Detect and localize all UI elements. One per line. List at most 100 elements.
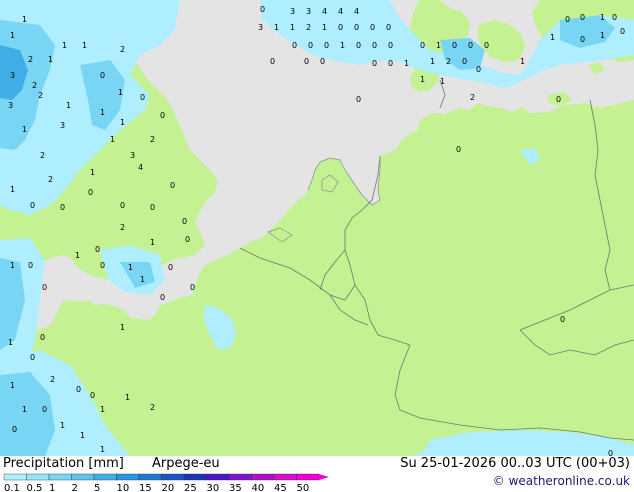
- copyright-mark: ©: [492, 474, 505, 488]
- precip-value-label: 1: [8, 338, 13, 347]
- precip-value-label: 0: [40, 333, 45, 342]
- precip-value-label: 0: [356, 41, 361, 50]
- precip-value-label: 0: [308, 41, 313, 50]
- precip-value-label: 0: [160, 293, 165, 302]
- precip-value-label: 0: [270, 57, 275, 66]
- precip-value-label: 0: [292, 41, 297, 50]
- precip-value-label: 0: [140, 93, 145, 102]
- scale-tick-label: 10: [117, 483, 130, 492]
- precip-value-label: 3: [8, 101, 13, 110]
- precip-value-label: 0: [372, 59, 377, 68]
- precip-value-label: 0: [304, 57, 309, 66]
- precip-value-label: 1: [404, 59, 409, 68]
- precip-value-label: 0: [320, 57, 325, 66]
- precip-value-label: 0: [462, 57, 467, 66]
- scale-swatch: [116, 473, 140, 481]
- precip-value-label: 0: [612, 13, 617, 22]
- precip-value-label: 1: [10, 381, 15, 390]
- precip-value-label: 0: [608, 449, 613, 456]
- scale-tick-label: 15: [139, 483, 152, 492]
- precip-value-label: 2: [150, 135, 155, 144]
- scale-swatch: [71, 473, 95, 481]
- precip-value-label: 0: [260, 5, 265, 14]
- precip-value-label: 1: [48, 55, 53, 64]
- precip-value-label: 4: [338, 7, 343, 16]
- precip-value-label: 3: [258, 23, 263, 32]
- precip-value-label: 0: [476, 65, 481, 74]
- scale-swatch: [26, 473, 50, 481]
- precip-value-label: 1: [22, 125, 27, 134]
- precip-value-label: 1: [436, 41, 441, 50]
- precip-value-label: 0: [150, 203, 155, 212]
- precip-value-label: 1: [150, 238, 155, 247]
- precip-value-label: 1: [100, 405, 105, 414]
- precip-value-label: 0: [468, 41, 473, 50]
- precip-value-label: 2: [306, 23, 311, 32]
- precip-value-label: 1: [120, 118, 125, 127]
- scale-swatch: [206, 473, 230, 481]
- precip-value-label: 1: [82, 41, 87, 50]
- precip-value-label: 0: [190, 283, 195, 292]
- precip-value-label: 0: [456, 145, 461, 154]
- precip-value-label: 1: [340, 41, 345, 50]
- legend-bar: Precipitation [mm] Arpege-eu Su 25-01-20…: [0, 456, 634, 492]
- scale-tick-label: 25: [184, 483, 197, 492]
- scale-tick-label: 30: [207, 483, 220, 492]
- scale-tick-label: 35: [229, 483, 242, 492]
- precip-value-label: 2: [446, 57, 451, 66]
- scale-tick-label: 45: [274, 483, 287, 492]
- legend-title: Precipitation [mm]: [3, 456, 124, 471]
- precip-value-label: 0: [185, 235, 190, 244]
- precip-value-label: 0: [60, 203, 65, 212]
- credit-link[interactable]: © weatheronline.co.uk: [493, 474, 630, 488]
- precip-value-label: 2: [38, 91, 43, 100]
- precip-value-label: 1: [62, 41, 67, 50]
- scale-arrow: [319, 474, 329, 480]
- precip-value-label: 1: [430, 57, 435, 66]
- precip-value-label: 2: [40, 151, 45, 160]
- scale-swatch: [183, 473, 207, 481]
- precip-value-label: 1: [440, 77, 445, 86]
- precip-value-label: 3: [306, 7, 311, 16]
- precip-value-label: 3: [130, 151, 135, 160]
- precip-value-label: 2: [120, 45, 125, 54]
- scale-swatch: [273, 473, 297, 481]
- precip-value-label: 1: [125, 393, 130, 402]
- precip-value-label: 4: [354, 7, 359, 16]
- scale-tick-label: 5: [94, 483, 100, 492]
- precip-value-label: 1: [75, 251, 80, 260]
- precip-value-label: 1: [520, 57, 525, 66]
- precip-value-label: 0: [88, 188, 93, 197]
- precip-value-label: 1: [22, 15, 27, 24]
- scale-swatch: [296, 473, 320, 481]
- precipitation-map[interactable]: 1231211200102131321231211140000010100100…: [0, 0, 634, 456]
- precip-value-label: 2: [48, 175, 53, 184]
- precip-value-label: 3: [60, 121, 65, 130]
- precip-value-label: 1: [290, 23, 295, 32]
- precip-value-label: 0: [620, 27, 625, 36]
- scale-tick-label: 0.1: [4, 483, 20, 492]
- precip-value-label: 1: [10, 261, 15, 270]
- precip-value-label: 1: [274, 23, 279, 32]
- precip-value-label: 4: [138, 163, 143, 172]
- scale-tick-label: 40: [252, 483, 265, 492]
- scale-swatch: [3, 473, 27, 481]
- precip-value-label: 0: [12, 425, 17, 434]
- precip-value-label: 1: [322, 23, 327, 32]
- color-scale: 0.1 0.5 1 2 5 10 15 20 25 30 35 40 45 50: [3, 473, 329, 492]
- precip-value-label: 0: [370, 23, 375, 32]
- precip-value-label: 0: [420, 41, 425, 50]
- precip-value-label: 1: [118, 88, 123, 97]
- precip-value-label: 0: [324, 41, 329, 50]
- precip-value-label: 1: [600, 13, 605, 22]
- precip-value-label: 0: [170, 181, 175, 190]
- precip-value-label: 0: [76, 385, 81, 394]
- precip-value-label: 0: [580, 35, 585, 44]
- precip-value-label: 0: [565, 15, 570, 24]
- precip-value-label: 1: [110, 135, 115, 144]
- precip-value-label: 0: [182, 217, 187, 226]
- scale-swatch: [228, 473, 252, 481]
- precip-value-label: 4: [322, 7, 327, 16]
- precip-value-label: 0: [354, 23, 359, 32]
- precip-value-label: 1: [90, 168, 95, 177]
